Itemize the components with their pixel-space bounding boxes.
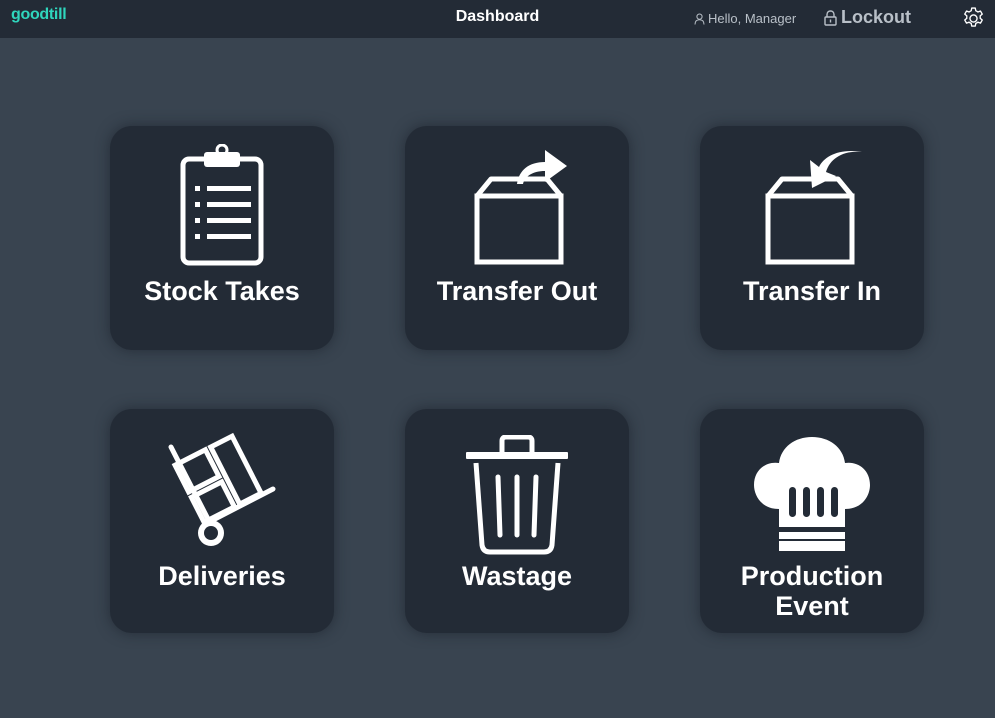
tile-deliveries[interactable]: Deliveries: [110, 409, 334, 633]
clipboard-icon: [180, 144, 264, 266]
tile-label: Deliveries: [158, 561, 286, 591]
hand-truck-icon: [168, 432, 276, 546]
tile-transfer-in[interactable]: Transfer In: [700, 126, 924, 350]
tile-label: Stock Takes: [144, 276, 300, 306]
top-bar: goodtill Dashboard Hello, Manager Lockou…: [0, 0, 995, 38]
trash-icon: [466, 435, 568, 555]
tile-wastage[interactable]: Wastage: [405, 409, 629, 633]
lockout-button[interactable]: Lockout: [824, 7, 911, 28]
greeting-text: Hello, Manager: [708, 11, 797, 26]
tile-label: Transfer In: [742, 276, 882, 306]
tile-stock-takes[interactable]: Stock Takes: [110, 126, 334, 350]
lock-icon: [824, 9, 837, 26]
box-out-icon: [474, 150, 567, 265]
tile-production-event[interactable]: Production Event: [700, 409, 924, 633]
tile-label: Production Event: [740, 561, 884, 621]
user-icon: [694, 13, 705, 25]
tile-label: Transfer Out: [436, 276, 598, 306]
tile-label: Wastage: [461, 561, 573, 591]
gear-icon[interactable]: [961, 6, 986, 31]
lockout-label: Lockout: [841, 7, 911, 27]
chef-hat-icon: [754, 437, 870, 551]
box-in-icon: [765, 150, 862, 265]
tile-transfer-out[interactable]: Transfer Out: [405, 126, 629, 350]
user-greeting: Hello, Manager: [694, 11, 796, 26]
